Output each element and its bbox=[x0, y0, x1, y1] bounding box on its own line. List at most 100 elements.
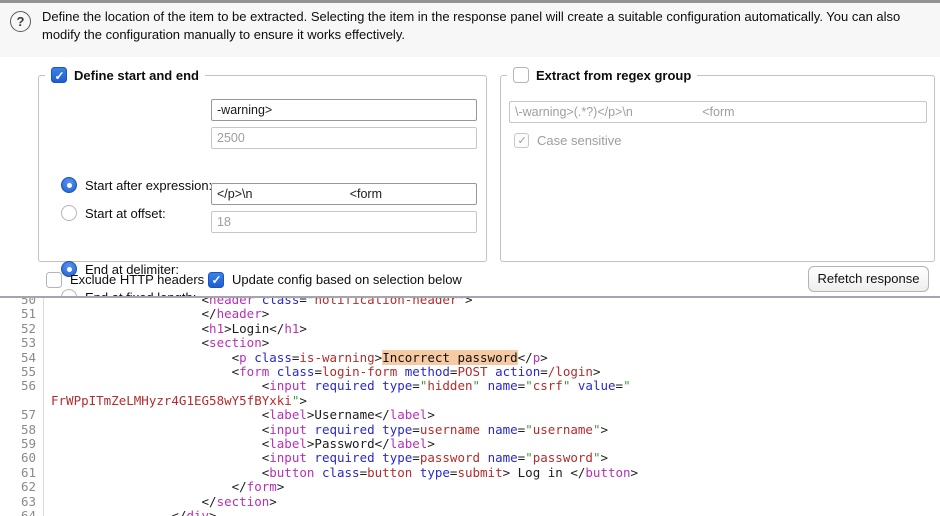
code-line-text[interactable]: </header> bbox=[44, 307, 269, 321]
code-token: label bbox=[269, 407, 307, 422]
line-number: 63 bbox=[0, 495, 44, 509]
response-code-panel[interactable]: 50 <header class="notification-header">5… bbox=[0, 296, 940, 516]
case-sensitive-checkbox bbox=[514, 133, 529, 148]
code-line[interactable]: 62 </form> bbox=[0, 480, 940, 494]
start-after-expression-label: Start after expression: bbox=[85, 178, 212, 193]
code-token: > bbox=[631, 465, 639, 480]
code-line-text[interactable]: <label>Password</label> bbox=[44, 437, 435, 451]
code-token: class bbox=[322, 465, 360, 480]
code-token bbox=[269, 364, 277, 379]
code-line[interactable]: 59 <label>Password</label> bbox=[0, 437, 940, 451]
start-after-expression-radio[interactable] bbox=[61, 177, 77, 193]
code-token: name bbox=[488, 378, 518, 393]
update-config-checkbox[interactable] bbox=[208, 272, 224, 288]
extract-regex-label: Extract from regex group bbox=[536, 68, 691, 83]
extract-regex-checkbox[interactable] bbox=[513, 67, 529, 83]
code-token: = bbox=[360, 465, 368, 480]
code-line-text[interactable]: <label>Username</label> bbox=[44, 408, 435, 422]
exclude-http-headers-label: Exclude HTTP headers bbox=[70, 272, 204, 287]
line-number: 55 bbox=[0, 365, 44, 379]
code-line[interactable]: FrWPpITmZeLMHyzr4G1EG58wY5fBYxki"> bbox=[0, 394, 940, 408]
line-number: 51 bbox=[0, 307, 44, 321]
code-token: </ bbox=[51, 479, 247, 494]
code-token: form bbox=[239, 364, 269, 379]
end-at-delimiter-input[interactable] bbox=[211, 183, 477, 205]
help-icon[interactable]: ? bbox=[10, 11, 31, 32]
code-line-text[interactable]: <form class=login-form method=POST actio… bbox=[44, 365, 600, 379]
code-line[interactable]: 54 <p class=is-warning>Incorrect passwor… bbox=[0, 351, 940, 365]
code-token: class bbox=[277, 364, 315, 379]
code-token: type bbox=[382, 450, 412, 465]
code-token: = bbox=[412, 378, 420, 393]
code-line-text[interactable]: </section> bbox=[44, 495, 277, 509]
line-number: 61 bbox=[0, 466, 44, 480]
line-number: 52 bbox=[0, 322, 44, 336]
code-token: > Log in </ bbox=[503, 465, 586, 480]
define-start-end-group: Define start and end Start after express… bbox=[38, 75, 487, 262]
line-number: 53 bbox=[0, 336, 44, 350]
code-token: name bbox=[488, 422, 518, 437]
code-token: > bbox=[299, 393, 307, 408]
code-token: > bbox=[427, 436, 435, 451]
code-token: header bbox=[217, 306, 262, 321]
code-token: name bbox=[488, 450, 518, 465]
code-line[interactable]: 61 <button class=button type=submit> Log… bbox=[0, 466, 940, 480]
code-token: < bbox=[51, 450, 269, 465]
line-number: 62 bbox=[0, 480, 44, 494]
code-line-text[interactable]: </div> bbox=[44, 509, 217, 516]
code-line-text[interactable]: <input required type="hidden" name="csrf… bbox=[44, 379, 631, 393]
exclude-http-headers-checkbox[interactable] bbox=[46, 272, 62, 288]
code-token: " bbox=[457, 296, 465, 307]
code-token: > bbox=[540, 350, 548, 365]
code-token bbox=[254, 296, 262, 307]
code-line[interactable]: 51 </header> bbox=[0, 307, 940, 321]
code-line[interactable]: 63 </section> bbox=[0, 495, 940, 509]
start-at-offset-radio[interactable] bbox=[61, 205, 77, 221]
code-token: </ bbox=[51, 494, 217, 509]
code-token: password bbox=[533, 450, 593, 465]
code-line[interactable]: 56 <input required type="hidden" name="c… bbox=[0, 379, 940, 393]
refetch-response-button[interactable]: Refetch response bbox=[808, 266, 929, 292]
code-line[interactable]: 52 <h1>Login</h1> bbox=[0, 322, 940, 336]
line-number: 54 bbox=[0, 351, 44, 365]
code-token: < bbox=[51, 378, 269, 393]
code-token: = bbox=[616, 378, 624, 393]
code-token: input bbox=[269, 378, 307, 393]
code-line-text[interactable]: <h1>Login</h1> bbox=[44, 322, 307, 336]
code-line-text[interactable]: <p class=is-warning>Incorrect password</… bbox=[44, 351, 548, 365]
code-line[interactable]: 55 <form class=login-form method=POST ac… bbox=[0, 365, 940, 379]
code-token: hidden bbox=[427, 378, 472, 393]
code-token: button bbox=[269, 465, 314, 480]
description-line-2: modify the configuration manually to ens… bbox=[42, 26, 930, 44]
define-start-end-label: Define start and end bbox=[74, 68, 199, 83]
code-token: username bbox=[420, 422, 480, 437]
code-token: class bbox=[262, 296, 300, 307]
code-line-text[interactable]: <button class=button type=submit> Log in… bbox=[44, 466, 638, 480]
code-token: </ bbox=[51, 508, 186, 516]
code-token: input bbox=[269, 422, 307, 437]
code-line[interactable]: 53 <section> bbox=[0, 336, 940, 350]
code-line-text[interactable]: <input required type=username name="user… bbox=[44, 423, 608, 437]
code-token: submit bbox=[457, 465, 502, 480]
code-line[interactable]: 64 </div> bbox=[0, 509, 940, 516]
regex-pattern-input bbox=[509, 101, 927, 123]
define-start-end-checkbox[interactable] bbox=[51, 67, 67, 83]
code-token: login-form bbox=[322, 364, 397, 379]
code-line-text[interactable]: <input required type=password name="pass… bbox=[44, 451, 608, 465]
code-token: " bbox=[473, 378, 481, 393]
extract-item-dialog: ? Define the location of the item to be … bbox=[0, 0, 940, 516]
line-number: 60 bbox=[0, 451, 44, 465]
code-token: csrf bbox=[533, 378, 563, 393]
code-line-text[interactable]: FrWPpITmZeLMHyzr4G1EG58wY5fBYxki"> bbox=[44, 394, 307, 408]
code-token: > bbox=[269, 494, 277, 509]
code-line-text[interactable]: <section> bbox=[44, 336, 269, 350]
code-line[interactable]: 60 <input required type=password name="p… bbox=[0, 451, 940, 465]
start-after-expression-input[interactable] bbox=[211, 99, 477, 121]
code-line[interactable]: 58 <input required type=username name="u… bbox=[0, 423, 940, 437]
code-token: < bbox=[51, 465, 269, 480]
code-token: div bbox=[186, 508, 209, 516]
code-token: label bbox=[269, 436, 307, 451]
code-token: > bbox=[465, 296, 473, 307]
code-line[interactable]: 57 <label>Username</label> bbox=[0, 408, 940, 422]
code-line-text[interactable]: </form> bbox=[44, 480, 284, 494]
